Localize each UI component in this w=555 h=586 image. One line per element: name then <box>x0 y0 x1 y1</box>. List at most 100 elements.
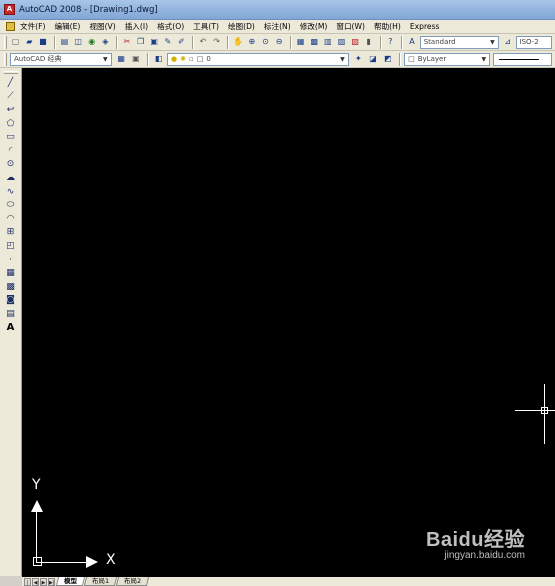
polyline-icon[interactable]: ↩ <box>3 103 19 117</box>
toolbar-grip[interactable] <box>4 52 7 66</box>
markup-icon[interactable]: ▨ <box>349 36 361 49</box>
crosshair-pickbox <box>541 407 548 414</box>
design-center-icon[interactable]: ▩ <box>308 36 320 49</box>
redo-icon[interactable]: ↷ <box>211 36 223 49</box>
workspace-select[interactable]: AutoCAD 经典 ▼ <box>9 52 112 66</box>
zoom-previous-icon[interactable]: ⊖ <box>273 36 285 49</box>
text-style-select[interactable]: Standard ▼ <box>419 35 499 49</box>
revision-cloud-icon[interactable]: ☁ <box>3 171 19 185</box>
title-bar: A AutoCAD 2008 - [Drawing1.dwg] <box>0 0 555 20</box>
dim-style-icon[interactable]: ⊿ <box>502 36 514 49</box>
color-swatch: □ <box>408 55 415 63</box>
chevron-down-icon[interactable]: ▼ <box>488 38 497 47</box>
standard-toolbar: ▢ ▰ ■ ▤ ◫ ◉ ◈ ✂ ❐ ▣ ✎ ✐ ↶ ↷ ✋ ⊕ ⊙ ⊖ ▦ ▩ … <box>0 34 555 51</box>
match-properties-icon[interactable]: ✎ <box>162 36 174 49</box>
new-icon[interactable]: ▢ <box>10 36 22 49</box>
menu-view[interactable]: 视图(V) <box>89 21 115 32</box>
ucs-x-arrow <box>86 556 98 568</box>
calculator-icon[interactable]: ▮ <box>363 36 375 49</box>
ucs-x-axis <box>36 562 92 563</box>
copy-icon[interactable]: ❐ <box>135 36 147 49</box>
ellipse-arc-icon[interactable]: ◠ <box>3 212 19 226</box>
menu-express[interactable]: Express <box>410 22 440 31</box>
menu-tools[interactable]: 工具(T) <box>193 21 219 32</box>
ucs-y-label: Y <box>32 477 41 493</box>
arc-icon[interactable]: ◜ <box>3 144 19 158</box>
construction-line-icon[interactable]: ⟋ <box>3 90 19 104</box>
zoom-window-icon[interactable]: ⊙ <box>260 36 272 49</box>
save-workspace-icon[interactable]: ▣ <box>130 53 143 66</box>
make-block-icon[interactable]: ◰ <box>3 239 19 253</box>
last-tab-icon[interactable]: ▶| <box>48 578 55 586</box>
point-icon[interactable]: · <box>3 253 19 267</box>
print-icon[interactable]: ▤ <box>59 36 71 49</box>
first-tab-icon[interactable]: |◀ <box>24 578 31 586</box>
menu-edit[interactable]: 编辑(E) <box>54 21 80 32</box>
layer-thaw-icon: ✺ <box>180 55 186 63</box>
ucs-x-label: X <box>106 552 116 568</box>
block-editor-icon[interactable]: ✐ <box>176 36 188 49</box>
sheet-set-icon[interactable]: ▧ <box>336 36 348 49</box>
menu-window[interactable]: 窗口(W) <box>336 21 365 32</box>
drawing-canvas[interactable]: Y X Baidu经验 jingyan.baidu.com <box>22 68 555 577</box>
gradient-icon[interactable]: ▩ <box>3 280 19 294</box>
menu-modify[interactable]: 修改(M) <box>300 21 328 32</box>
open-icon[interactable]: ▰ <box>24 36 36 49</box>
ellipse-icon[interactable]: ⬭ <box>3 198 19 212</box>
draw-toolbar: ╱ ⟋ ↩ ⬠ ▭ ◜ ⊙ ☁ ∿ ⬭ ◠ ⊞ ◰ · ▦ ▩ ◙ ▤ A <box>0 68 22 576</box>
tab-layout2[interactable]: 布局2 <box>116 577 150 586</box>
publish-icon[interactable]: ◉ <box>86 36 98 49</box>
menu-insert[interactable]: 插入(I) <box>125 21 148 32</box>
menu-draw[interactable]: 绘图(D) <box>228 21 255 32</box>
rectangle-icon[interactable]: ▭ <box>3 130 19 144</box>
table-icon[interactable]: ▤ <box>3 307 19 321</box>
properties-icon[interactable]: ▦ <box>295 36 307 49</box>
insert-block-icon[interactable]: ⊞ <box>3 226 19 240</box>
hatch-icon[interactable]: ▦ <box>3 266 19 280</box>
menu-format[interactable]: 格式(O) <box>157 21 184 32</box>
cut-icon[interactable]: ✂ <box>121 36 133 49</box>
document-icon[interactable] <box>6 22 15 31</box>
3d-dwf-icon[interactable]: ◈ <box>100 36 112 49</box>
layer-states-icon[interactable]: ◩ <box>381 53 394 66</box>
baidu-watermark: Baidu经验 jingyan.baidu.com <box>426 523 525 561</box>
layers-toolbar: AutoCAD 经典 ▼ ▦ ▣ ◧ ● ✺ ▫ □ 0 ▼ ✦ ◪ ◩ □ B… <box>0 51 555 68</box>
chevron-down-icon[interactable]: ▼ <box>479 55 488 64</box>
toolbar-grip[interactable] <box>4 35 7 49</box>
tool-palettes-icon[interactable]: ▥ <box>322 36 334 49</box>
workspace-settings-icon[interactable]: ▦ <box>115 53 128 66</box>
next-tab-icon[interactable]: ▶ <box>40 578 47 586</box>
tab-layout1[interactable]: 布局1 <box>83 577 118 586</box>
toolbar-grip[interactable] <box>3 71 18 74</box>
help-icon[interactable]: ? <box>385 36 397 49</box>
region-icon[interactable]: ◙ <box>3 294 19 308</box>
spline-icon[interactable]: ∿ <box>3 185 19 199</box>
save-icon[interactable]: ■ <box>37 36 49 49</box>
tab-model[interactable]: 模型 <box>55 577 86 586</box>
color-select[interactable]: □ ByLayer ▼ <box>404 52 491 66</box>
chevron-down-icon[interactable]: ▼ <box>338 55 347 64</box>
menu-help[interactable]: 帮助(H) <box>374 21 401 32</box>
menu-dimension[interactable]: 标注(N) <box>264 21 291 32</box>
prev-tab-icon[interactable]: ◀ <box>32 578 39 586</box>
circle-icon[interactable]: ⊙ <box>3 158 19 172</box>
layer-manager-icon[interactable]: ◧ <box>152 53 165 66</box>
print-preview-icon[interactable]: ◫ <box>72 36 84 49</box>
multiline-text-icon[interactable]: A <box>3 321 19 335</box>
pan-icon[interactable]: ✋ <box>232 36 244 49</box>
chevron-down-icon[interactable]: ▼ <box>101 55 110 64</box>
menu-file[interactable]: 文件(F) <box>20 21 45 32</box>
autocad-logo-icon: A <box>4 4 15 15</box>
line-icon[interactable]: ╱ <box>3 76 19 90</box>
crosshair-vertical <box>544 384 545 444</box>
layer-select[interactable]: ● ✺ ▫ □ 0 ▼ <box>166 52 349 66</box>
linetype-select[interactable] <box>493 52 553 66</box>
layer-previous-icon[interactable]: ◪ <box>367 53 380 66</box>
undo-icon[interactable]: ↶ <box>197 36 209 49</box>
make-object-layer-current-icon[interactable]: ✦ <box>352 53 365 66</box>
polygon-icon[interactable]: ⬠ <box>3 117 19 131</box>
text-style-icon[interactable]: A <box>406 36 418 49</box>
dim-style-select[interactable]: ISO-2 <box>515 35 552 49</box>
zoom-realtime-icon[interactable]: ⊕ <box>246 36 258 49</box>
paste-icon[interactable]: ▣ <box>148 36 160 49</box>
